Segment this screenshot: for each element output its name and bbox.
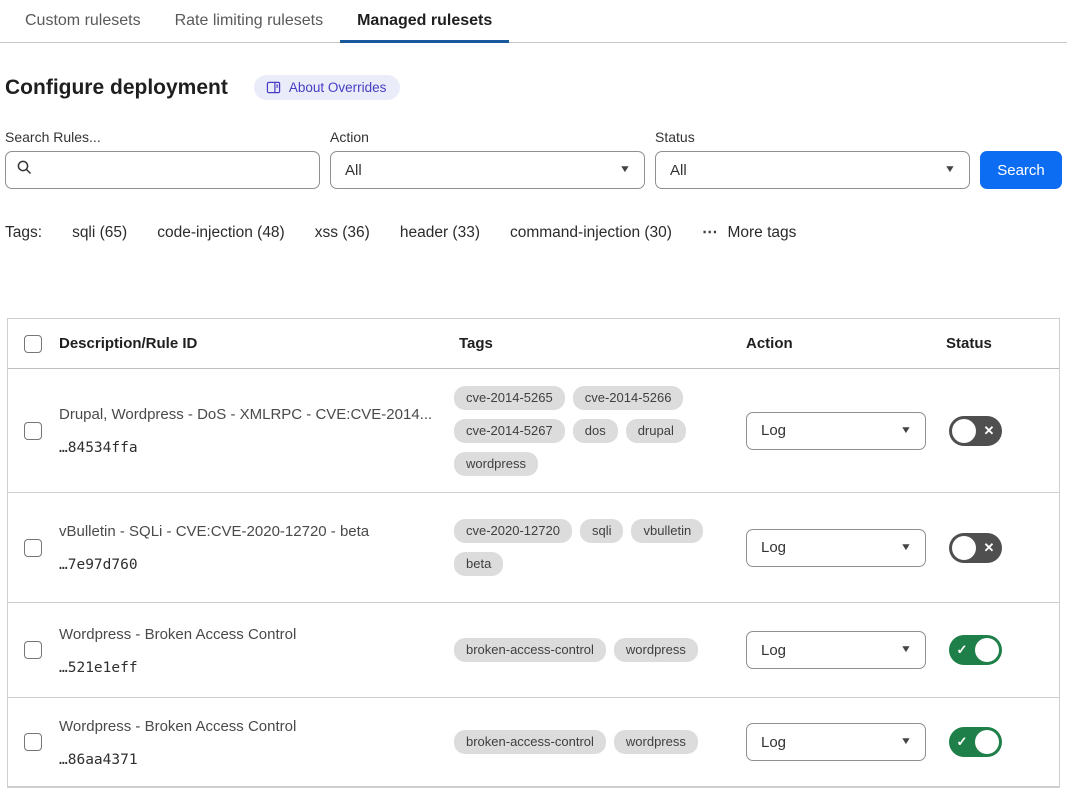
chevron-down-icon: ▼: [619, 165, 631, 175]
status-toggle[interactable]: ✕: [949, 533, 1002, 563]
col-description: Description/Rule ID: [54, 335, 454, 352]
chevron-down-icon: ▼: [900, 737, 912, 747]
book-icon: [266, 80, 281, 95]
tab-custom-rulesets[interactable]: Custom rulesets: [8, 2, 158, 42]
rule-tags: cve-2020-12720 sqli vbulletin beta: [454, 519, 741, 576]
status-toggle[interactable]: ✕: [949, 416, 1002, 446]
tag-pill: vbulletin: [631, 519, 703, 543]
ellipsis-icon: ⋯: [702, 223, 719, 242]
check-icon: ✓: [952, 642, 972, 658]
select-all-checkbox[interactable]: [24, 335, 42, 353]
action-select[interactable]: Log ▼: [746, 412, 926, 450]
x-icon: ✕: [979, 540, 999, 556]
tag-pill: broken-access-control: [454, 638, 606, 662]
tag-pill: dos: [573, 419, 618, 443]
check-icon: ✓: [952, 734, 972, 750]
row-checkbox[interactable]: [24, 641, 42, 659]
action-select[interactable]: Log ▼: [746, 529, 926, 567]
more-tags-button[interactable]: ⋯ More tags: [702, 223, 796, 242]
rule-description: vBulletin - SQLi - CVE:CVE-2020-12720 - …: [59, 522, 434, 542]
tag-pill: beta: [454, 552, 503, 576]
chevron-down-icon: ▼: [900, 645, 912, 655]
tags-bar: Tags: sqli (65) code-injection (48) xss (3…: [5, 223, 1062, 242]
chevron-down-icon: ▼: [900, 426, 912, 436]
rule-description: Wordpress - Broken Access Control: [59, 717, 434, 737]
col-action: Action: [741, 335, 941, 352]
action-select-value: Log: [761, 734, 786, 751]
action-select-value: Log: [761, 422, 786, 439]
toggle-knob: [952, 536, 976, 560]
tag-pill: wordpress: [454, 452, 538, 476]
status-toggle[interactable]: ✓: [949, 727, 1002, 757]
tag-filter-link[interactable]: sqli (65): [72, 224, 127, 242]
page-title: Configure deployment: [5, 74, 228, 101]
toggle-knob: [952, 419, 976, 443]
tab-rate-limiting-rulesets[interactable]: Rate limiting rulesets: [158, 2, 341, 42]
tag-filter-link[interactable]: xss (36): [315, 224, 370, 242]
rule-description: Wordpress - Broken Access Control: [59, 625, 434, 645]
rule-id: …86aa4371: [59, 752, 434, 768]
search-rules-label: Search Rules...: [5, 129, 320, 145]
main-content: Configure deployment About Overrides Sea…: [0, 74, 1067, 788]
table-row: Wordpress - Broken Access Control …521e1e…: [8, 603, 1059, 698]
tag-pill: sqli: [580, 519, 624, 543]
action-select[interactable]: Log ▼: [746, 723, 926, 761]
rule-id: …84534ffa: [59, 440, 434, 456]
tag-pill: wordpress: [614, 730, 698, 754]
col-tags: Tags: [454, 335, 741, 352]
chevron-down-icon: ▼: [944, 165, 956, 175]
about-overrides-badge[interactable]: About Overrides: [254, 75, 401, 100]
tag-filter-link[interactable]: header (33): [400, 224, 480, 242]
tag-links: sqli (65) code-injection (48) xss (36) head…: [72, 224, 672, 242]
action-select-value: Log: [761, 539, 786, 556]
ruleset-tabs: Custom rulesetsRate limiting rulesetsMan…: [0, 0, 1067, 43]
tag-pill: cve-2014-5266: [573, 386, 684, 410]
col-status: Status: [941, 335, 1059, 352]
table-row: Wordpress - Broken Access Control …86aa43…: [8, 698, 1059, 787]
rules-table: Description/Rule ID Tags Action Status D…: [7, 318, 1060, 788]
rule-tags: cve-2014-5265 cve-2014-5266 cve-2014-5267 d…: [454, 386, 741, 476]
rule-id: …7e97d760: [59, 557, 434, 573]
table-row: Drupal, Wordpress - DoS - XMLRPC - CVE:C…: [8, 369, 1059, 493]
rule-id: …521e1eff: [59, 660, 434, 676]
tag-filter-link[interactable]: code-injection (48): [157, 224, 285, 242]
toggle-knob: [975, 638, 999, 662]
tag-pill: broken-access-control: [454, 730, 606, 754]
toggle-knob: [975, 730, 999, 754]
tag-pill: cve-2014-5265: [454, 386, 565, 410]
rule-description: Drupal, Wordpress - DoS - XMLRPC - CVE:C…: [59, 405, 434, 425]
search-icon: [16, 159, 33, 181]
action-select[interactable]: Log ▼: [746, 631, 926, 669]
status-filter-select[interactable]: All ▼: [655, 151, 970, 189]
rule-tags: broken-access-control wordpress: [454, 730, 741, 754]
tab-managed-rulesets[interactable]: Managed rulesets: [340, 2, 509, 42]
action-filter-label: Action: [330, 129, 645, 145]
tag-pill: drupal: [626, 419, 686, 443]
tag-pill: cve-2020-12720: [454, 519, 572, 543]
rule-tags: broken-access-control wordpress: [454, 638, 741, 662]
status-toggle[interactable]: ✓: [949, 635, 1002, 665]
tags-bar-label: Tags:: [5, 224, 42, 242]
tag-pill: wordpress: [614, 638, 698, 662]
search-button[interactable]: Search: [980, 151, 1062, 189]
table-header-row: Description/Rule ID Tags Action Status: [8, 319, 1059, 369]
row-checkbox[interactable]: [24, 422, 42, 440]
row-checkbox[interactable]: [24, 539, 42, 557]
action-select-value: Log: [761, 642, 786, 659]
row-checkbox[interactable]: [24, 733, 42, 751]
action-filter-value: All: [345, 162, 362, 179]
table-row: vBulletin - SQLi - CVE:CVE-2020-12720 - …: [8, 493, 1059, 603]
chevron-down-icon: ▼: [900, 543, 912, 553]
about-overrides-label: About Overrides: [289, 80, 387, 95]
status-filter-label: Status: [655, 129, 970, 145]
search-rules-input[interactable]: [5, 151, 320, 189]
status-filter-value: All: [670, 162, 687, 179]
x-icon: ✕: [979, 423, 999, 439]
tag-filter-link[interactable]: command-injection (30): [510, 224, 672, 242]
tag-pill: cve-2014-5267: [454, 419, 565, 443]
action-filter-select[interactable]: All ▼: [330, 151, 645, 189]
more-tags-label: More tags: [727, 224, 796, 242]
